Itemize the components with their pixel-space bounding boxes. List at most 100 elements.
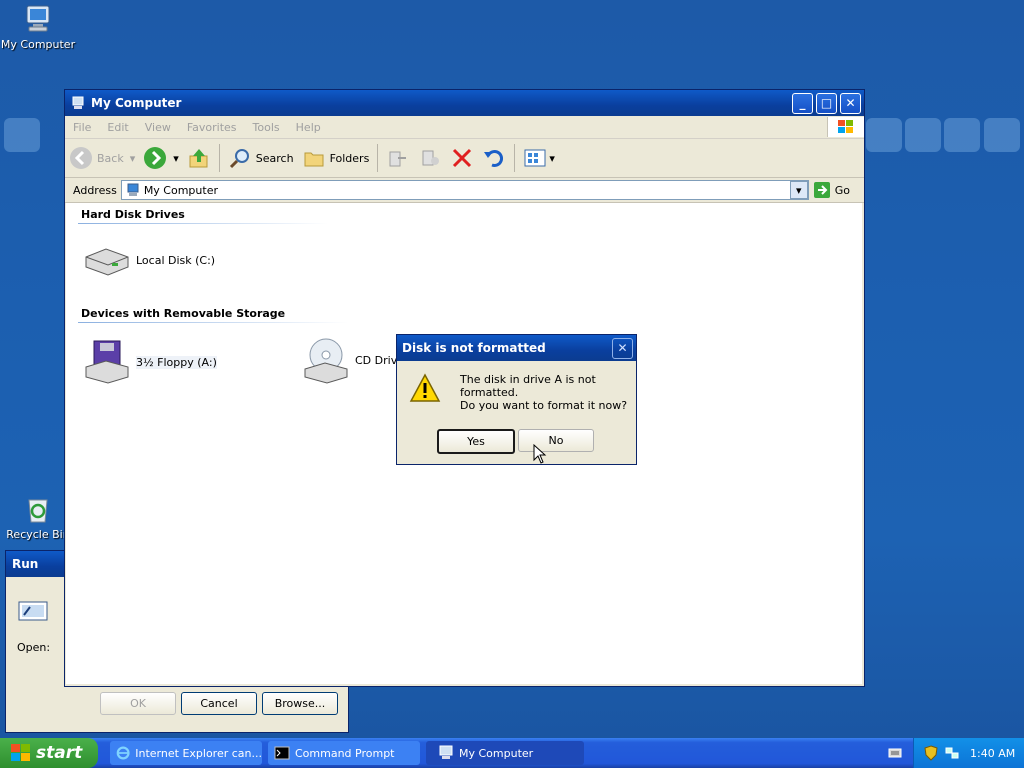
- move-to-icon: [389, 151, 407, 167]
- windows-flag-icon: [11, 744, 30, 761]
- menu-tools[interactable]: Tools: [253, 121, 280, 134]
- computer-icon: [439, 745, 453, 759]
- close-icon: ✕: [617, 341, 628, 355]
- menu-favorites[interactable]: Favorites: [187, 121, 237, 134]
- run-open-label: Open:: [17, 641, 51, 654]
- run-cancel-button[interactable]: Cancel: [181, 692, 257, 715]
- window-title-bar[interactable]: My Computer _ □ ✕: [65, 90, 864, 116]
- address-value: My Computer: [143, 183, 218, 197]
- delete-button[interactable]: [450, 146, 474, 170]
- warning-icon: [409, 373, 441, 406]
- task-label: Command Prompt: [295, 746, 395, 760]
- close-button[interactable]: ✕: [840, 92, 861, 114]
- minimize-button[interactable]: _: [792, 92, 813, 114]
- run-browse-button[interactable]: Browse...: [262, 692, 338, 715]
- dialog-title-bar[interactable]: Disk is not formatted ✕: [397, 335, 636, 361]
- menu-view[interactable]: View: [145, 121, 171, 134]
- menu-file[interactable]: File: [73, 121, 91, 134]
- views-icon: [524, 149, 546, 167]
- desktop-icon-my-computer[interactable]: My Computer: [0, 2, 76, 51]
- views-button[interactable]: ▾: [523, 146, 555, 170]
- desktop-icon-label: Recycle Bin: [6, 528, 70, 541]
- folders-icon: [304, 152, 324, 167]
- maximize-icon: □: [820, 96, 833, 110]
- delete-icon: [453, 148, 472, 168]
- task-label: My Computer: [459, 746, 534, 760]
- task-internet-explorer[interactable]: Internet Explorer can...: [110, 741, 262, 765]
- toolbar: Back ▾ ▾ Search Folders ▾: [65, 139, 864, 178]
- folders-label: Folders: [329, 151, 370, 165]
- run-title: Run: [12, 557, 39, 571]
- undo-icon: [484, 149, 504, 167]
- drive-local-disk-c[interactable]: Local Disk (C:): [82, 243, 215, 277]
- forward-dropdown-icon[interactable]: ▾: [173, 152, 179, 165]
- back-label: Back: [97, 151, 124, 165]
- format-dialog: Disk is not formatted ✕ The disk in driv…: [396, 334, 637, 465]
- maximize-button[interactable]: □: [816, 92, 837, 114]
- undo-button[interactable]: [482, 146, 506, 170]
- back-arrow-icon: [70, 147, 92, 169]
- system-tray: 1:40 AM: [913, 738, 1024, 768]
- drive-label: Local Disk (C:): [136, 253, 216, 267]
- group-divider: [78, 322, 348, 323]
- desktop-decoration: [905, 118, 941, 152]
- address-dropdown-button[interactable]: ▾: [789, 181, 808, 199]
- drive-label: 3½ Floppy (A:): [136, 355, 217, 369]
- desktop-decoration: [984, 118, 1020, 152]
- task-my-computer[interactable]: My Computer: [426, 741, 584, 765]
- menu-help[interactable]: Help: [296, 121, 321, 134]
- task-label: Internet Explorer can...: [135, 746, 262, 760]
- toolbar-separator: [218, 144, 220, 172]
- floppy-drive-icon: [85, 340, 129, 384]
- back-button[interactable]: Back ▾: [69, 146, 135, 170]
- taskbar: start Internet Explorer can... Command P…: [0, 738, 1024, 768]
- start-label: start: [36, 743, 83, 763]
- cd-drive-icon: [304, 338, 348, 384]
- run-ok-button[interactable]: OK: [100, 692, 176, 715]
- copy-to-button[interactable]: [418, 146, 442, 170]
- up-folder-button[interactable]: [187, 146, 211, 170]
- search-label: Search: [255, 151, 294, 165]
- recycle-bin-icon: [21, 492, 55, 526]
- group-divider: [78, 223, 328, 224]
- security-shield-icon[interactable]: [924, 745, 938, 761]
- go-label: Go: [834, 183, 850, 197]
- copy-to-icon: [422, 150, 440, 166]
- go-button[interactable]: Go: [813, 181, 850, 199]
- no-button[interactable]: No: [518, 429, 594, 452]
- go-arrow-icon: [813, 182, 830, 198]
- desktop-icon-label: My Computer: [0, 38, 76, 51]
- window-title: My Computer: [91, 96, 182, 110]
- desktop-decoration: [944, 118, 980, 152]
- address-input[interactable]: My Computer ▾: [120, 180, 809, 200]
- minimize-icon: _: [799, 96, 806, 110]
- desktop-decoration: [866, 118, 902, 152]
- start-button[interactable]: start: [0, 738, 98, 768]
- back-dropdown-icon[interactable]: ▾: [130, 152, 136, 165]
- clock[interactable]: 1:40 AM: [970, 747, 1015, 760]
- network-icon[interactable]: [944, 745, 960, 761]
- desktop-decoration: [4, 118, 40, 152]
- dialog-message-line2: Do you want to format it now?: [460, 399, 628, 412]
- yes-button[interactable]: Yes: [437, 429, 515, 454]
- folders-button[interactable]: Folders: [302, 146, 370, 170]
- task-command-prompt[interactable]: Command Prompt: [268, 741, 420, 765]
- forward-arrow-icon: [144, 147, 167, 169]
- toolbar-separator: [514, 144, 516, 172]
- search-button[interactable]: Search: [228, 146, 294, 170]
- address-bar: Address My Computer ▾ Go: [65, 178, 864, 203]
- computer-icon: [21, 2, 55, 36]
- dialog-close-button[interactable]: ✕: [612, 337, 633, 359]
- menu-edit[interactable]: Edit: [107, 121, 128, 134]
- toolbar-separator: [377, 144, 379, 172]
- drive-cd[interactable]: CD Drive: [301, 335, 404, 385]
- internet-explorer-icon: [116, 746, 130, 760]
- command-prompt-icon: [274, 746, 290, 760]
- move-to-button[interactable]: [386, 146, 410, 170]
- hard-disk-icon: [85, 248, 129, 276]
- forward-button[interactable]: ▾: [143, 146, 179, 170]
- keyboard-icon[interactable]: [888, 747, 902, 762]
- views-dropdown-icon[interactable]: ▾: [549, 152, 555, 165]
- close-icon: ✕: [845, 96, 856, 110]
- drive-floppy-a[interactable]: 3½ Floppy (A:): [82, 339, 217, 385]
